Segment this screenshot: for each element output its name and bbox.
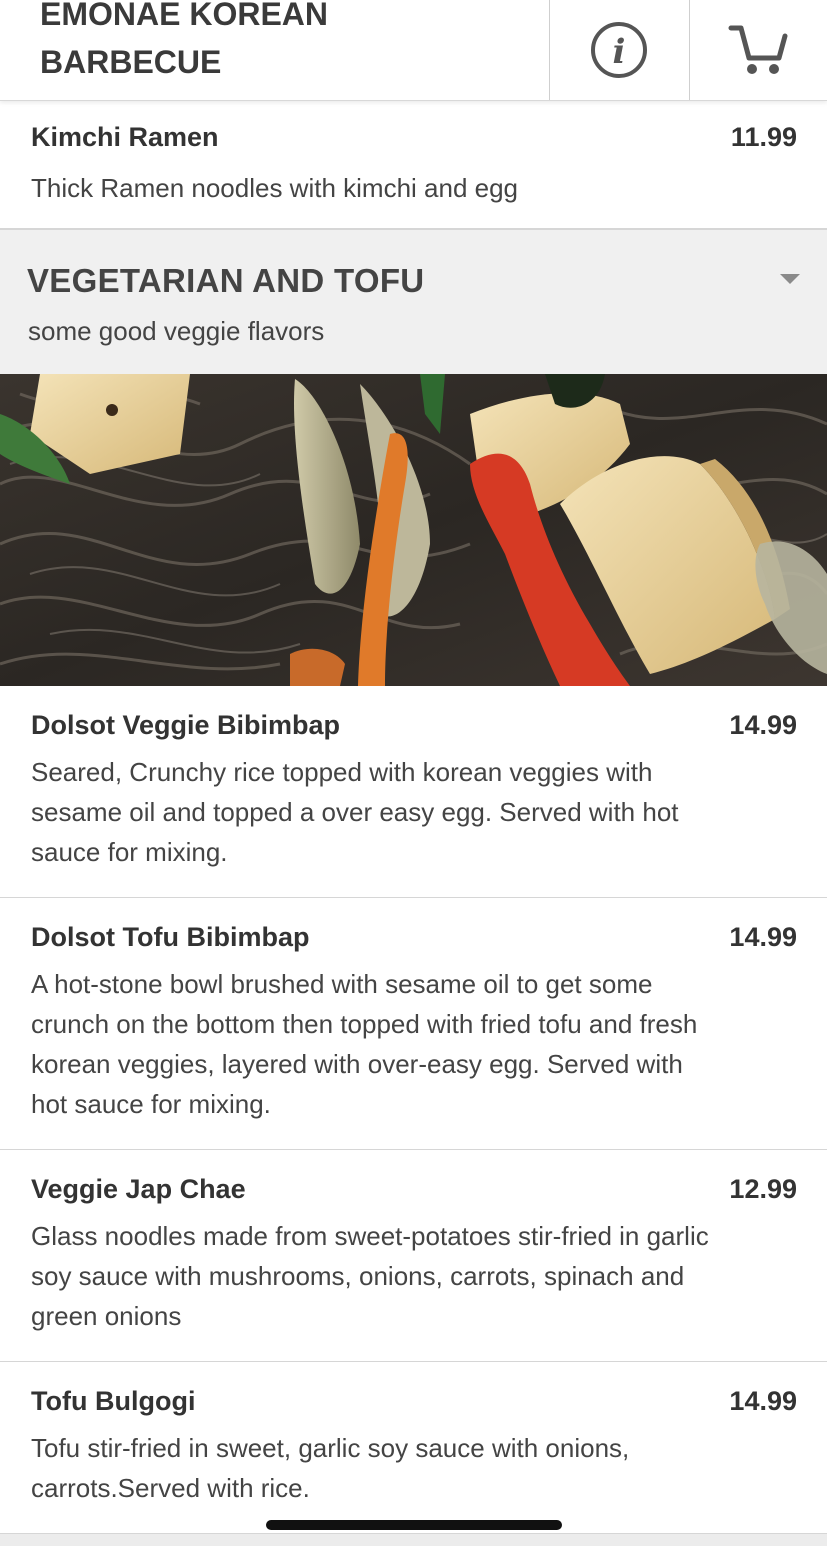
menu-item[interactable]: Dolsot Veggie Bibimbap 14.99 Seared, Cru…: [0, 686, 827, 898]
svg-text:i: i: [613, 32, 626, 72]
info-circle-icon: i: [591, 22, 647, 78]
menu-item-name: Kimchi Ramen: [31, 122, 219, 152]
menu-item-price: 14.99: [729, 1386, 797, 1416]
menu-item[interactable]: Tofu Bulgogi 14.99 Tofu stir-fried in sw…: [0, 1362, 827, 1533]
app-header: EMONAE KOREAN BARBECUE i: [0, 0, 827, 101]
home-indicator[interactable]: [266, 1520, 562, 1530]
cart-button[interactable]: [689, 0, 827, 100]
menu-item-name: Dolsot Veggie Bibimbap: [31, 710, 341, 740]
info-button[interactable]: i: [549, 0, 688, 100]
menu-item[interactable]: Kimchi Ramen 11.99 Thick Ramen noodles w…: [0, 100, 827, 229]
menu-item-description: Thick Ramen noodles with kimchi and egg: [31, 173, 519, 203]
caret-down-icon[interactable]: [780, 274, 800, 284]
menu-item-price: 12.99: [729, 1174, 797, 1204]
menu-item-name: Dolsot Tofu Bibimbap: [31, 922, 310, 952]
menu-item-price: 14.99: [729, 922, 797, 952]
section-title: VEGETARIAN AND TOFU: [27, 262, 425, 299]
menu-item[interactable]: Dolsot Tofu Bibimbap 14.99 A hot-stone b…: [0, 898, 827, 1150]
menu-item[interactable]: Veggie Jap Chae 12.99 Glass noodles made…: [0, 1150, 827, 1362]
menu-item-description: Seared, Crunchy rice topped with korean …: [31, 757, 679, 867]
shopping-cart-icon: [728, 25, 788, 74]
menu-item-description: Tofu stir-fried in sweet, garlic soy sau…: [31, 1433, 630, 1503]
restaurant-name: EMONAE KOREAN BARBECUE: [40, 0, 329, 80]
menu-item-name: Veggie Jap Chae: [31, 1174, 246, 1204]
menu-item-price: 14.99: [729, 710, 797, 740]
menu-item-price: 11.99: [730, 122, 797, 152]
section-photo: [0, 374, 827, 686]
next-section-edge: [0, 1533, 827, 1546]
menu-item-description: Glass noodles made from sweet-potatoes s…: [31, 1221, 709, 1331]
menu-section-header[interactable]: VEGETARIAN AND TOFU some good veggie fla…: [0, 229, 827, 374]
noodles-tofu-photo: [0, 374, 827, 686]
menu-item-description: A hot-stone bowl brushed with sesame oil…: [31, 969, 698, 1119]
menu-item-name: Tofu Bulgogi: [31, 1386, 196, 1416]
section-subtitle: some good veggie flavors: [28, 316, 325, 346]
